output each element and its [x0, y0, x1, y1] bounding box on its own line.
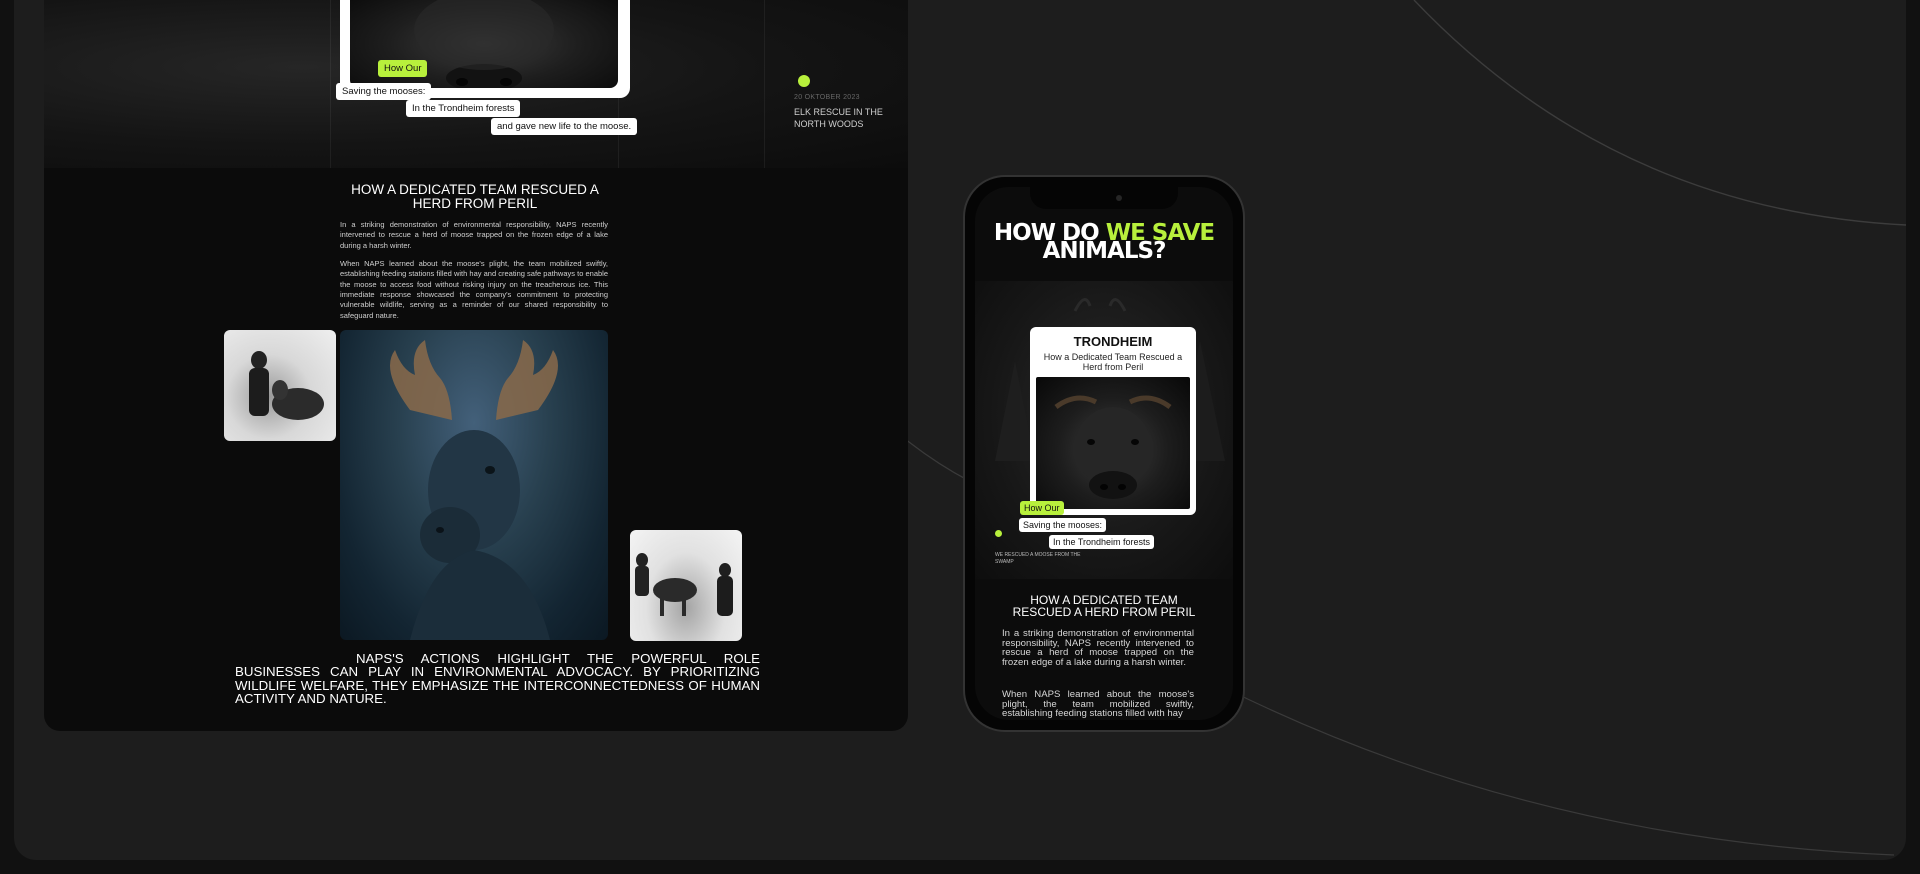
tag-forests: In the Trondheim forests [1049, 535, 1155, 549]
grid-line [330, 0, 331, 168]
mobile-article-title: HOW A DEDICATED TEAM RESCUED A HERD FROM… [1012, 593, 1196, 619]
design-board: How Our Saving the mooses: In the Trondh… [14, 0, 1906, 860]
mobile-caption: WE RESCUED A MOOSE FROM THE SWAMP [995, 552, 1081, 565]
article-paragraph-1: In a striking demonstration of environme… [340, 220, 608, 250]
moose-illustration [390, 340, 558, 640]
tag-forests: In the Trondheim forests [406, 100, 521, 117]
headline-part-2: ANIMALS? [1042, 238, 1167, 265]
phone-mockup: HOW DO WE SAVE ANIMALS? TRONDHEIM How a … [963, 175, 1245, 732]
article-title: HOW A DEDICATED TEAM RESCUED A HERD FROM… [351, 182, 599, 212]
rescuers-pulling-moose-photo [630, 530, 742, 641]
bison-face-illustration [1054, 395, 1172, 499]
status-dot [798, 75, 810, 87]
article-quote: NAPS'S ACTIONS HIGHLIGHT THE POWERFUL RO… [235, 651, 760, 706]
article-paragraph-2: When NAPS learned about the moose's plig… [340, 259, 608, 320]
mobile-headline: HOW DO WE SAVE ANIMALS? [975, 222, 1233, 265]
canvas: How Our Saving the mooses: In the Trondh… [0, 0, 1920, 874]
mobile-paragraph-2: When NAPS learned about the moose's plig… [1002, 689, 1194, 720]
tag-how-our: How Our [378, 60, 428, 77]
bison-photo [1036, 377, 1190, 509]
hero-date: 20 OKTOBER 2023 [794, 94, 860, 101]
status-dot [995, 530, 1002, 537]
card-subtitle: How a Dedicated Team Rescued a Herd from… [1043, 352, 1183, 372]
desktop-hero: How Our Saving the mooses: In the Trondh… [44, 0, 908, 168]
desktop-article-panel: How Our Saving the mooses: In the Trondh… [44, 0, 908, 731]
tag-how-our: How Our [1020, 501, 1064, 515]
tag-new-life: and gave new life to the moose. [491, 118, 638, 135]
rescuer-silhouette [249, 351, 324, 420]
rescue-silhouette [635, 553, 733, 616]
mobile-paragraph-1: In a striking demonstration of environme… [1002, 628, 1194, 668]
grid-line [764, 0, 765, 168]
moose-portrait-photo [340, 330, 608, 640]
rescuer-with-moose-photo [224, 330, 336, 441]
tag-saving: Saving the mooses: [336, 83, 432, 100]
mobile-story-card[interactable]: TRONDHEIM How a Dedicated Team Rescued a… [1030, 327, 1196, 515]
camera-icon [1116, 195, 1122, 201]
hero-caption: ELK RESCUE IN THE NORTH WOODS [794, 107, 883, 129]
card-title: TRONDHEIM [1073, 334, 1153, 349]
phone-notch [1030, 187, 1178, 209]
phone-screen[interactable]: HOW DO WE SAVE ANIMALS? TRONDHEIM How a … [975, 187, 1233, 720]
tag-saving: Saving the mooses: [1019, 518, 1107, 532]
